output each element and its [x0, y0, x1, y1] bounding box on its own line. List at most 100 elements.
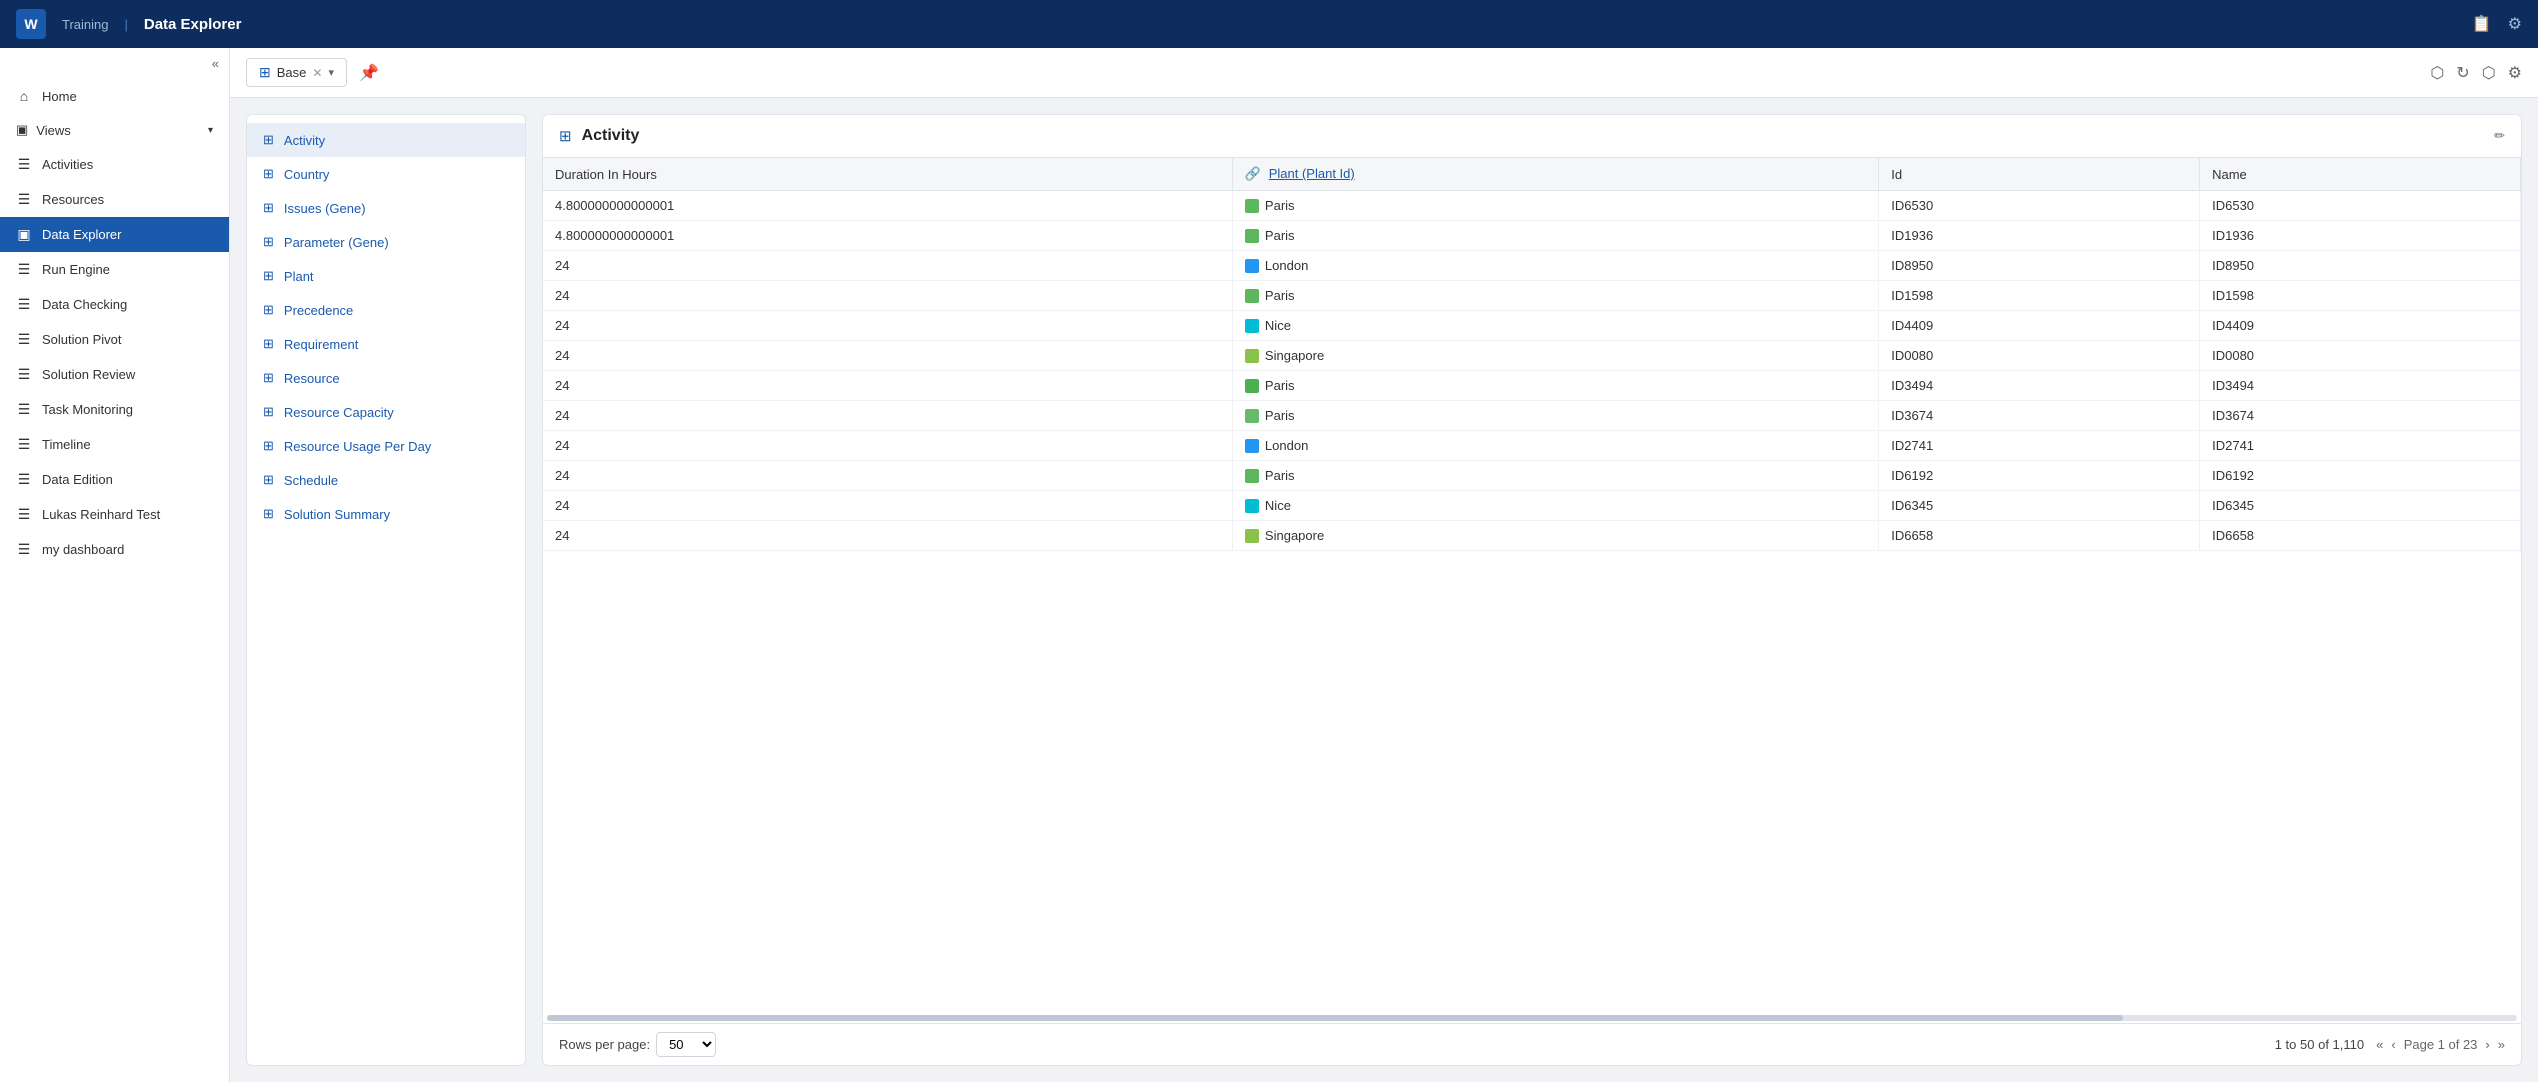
sidebar-section-views[interactable]: ▣ Views ▾	[0, 113, 229, 147]
cell-name: ID6345	[2200, 491, 2521, 521]
topnav: W Training | Data Explorer 📋 ⚙	[0, 0, 2538, 48]
cell-name: ID3494	[2200, 371, 2521, 401]
edit-icon[interactable]: ✏	[2494, 128, 2505, 144]
last-page-button[interactable]: »	[2498, 1037, 2505, 1052]
app-name: Training	[62, 17, 108, 32]
view-list-item-precedence[interactable]: ⊞ Precedence	[247, 293, 525, 327]
cell-id: ID0080	[1879, 341, 2200, 371]
cell-id: ID1936	[1879, 221, 2200, 251]
sidebar-collapse-button[interactable]: «	[0, 48, 229, 79]
share-icon[interactable]: ⬡	[2482, 63, 2496, 83]
sidebar-item-resources[interactable]: ☰ Resources	[0, 182, 229, 217]
cell-id: ID4409	[1879, 311, 2200, 341]
sidebar-item-label: Resources	[42, 192, 104, 207]
grid-icon: ⊞	[263, 132, 274, 148]
view-list-item-parameter[interactable]: ⊞ Parameter (Gene)	[247, 225, 525, 259]
table-row: 24 Singapore ID6658 ID6658	[543, 521, 2521, 551]
view-list-item-resource-capacity[interactable]: ⊞ Resource Capacity	[247, 395, 525, 429]
cell-duration: 24	[543, 341, 1232, 371]
cell-duration: 4.800000000000001	[543, 191, 1232, 221]
cell-id: ID3494	[1879, 371, 2200, 401]
next-page-button[interactable]: ›	[2485, 1037, 2489, 1052]
cell-duration: 24	[543, 251, 1232, 281]
settings-icon[interactable]: ⚙	[2508, 14, 2522, 34]
task-monitoring-icon: ☰	[16, 401, 32, 418]
cell-id: ID6345	[1879, 491, 2200, 521]
pin-button[interactable]: 📌	[359, 63, 379, 83]
grid-icon: ⊞	[263, 506, 274, 522]
view-list-item-label: Schedule	[284, 473, 338, 488]
col-name: Name	[2200, 158, 2521, 191]
app-logo: W	[16, 9, 46, 39]
view-list-item-label: Activity	[284, 133, 325, 148]
cell-duration: 24	[543, 311, 1232, 341]
cell-plant: Singapore	[1232, 341, 1878, 371]
col-plant-label[interactable]: Plant (Plant Id)	[1269, 166, 1355, 181]
cell-plant: Paris	[1232, 461, 1878, 491]
pagination: Rows per page: 50 25 100 1 to 50 of 1,11…	[543, 1023, 2521, 1065]
cell-plant: London	[1232, 251, 1878, 281]
sidebar-item-home[interactable]: ⌂ Home	[0, 79, 229, 113]
chevron-down-icon[interactable]: ▾	[328, 66, 334, 79]
sidebar-item-label: Timeline	[42, 437, 91, 452]
view-list-item-resource[interactable]: ⊞ Resource	[247, 361, 525, 395]
table-row: 24 Singapore ID0080 ID0080	[543, 341, 2521, 371]
link-icon: 🔗	[1245, 166, 1261, 181]
cell-duration: 24	[543, 401, 1232, 431]
view-list-item-label: Parameter (Gene)	[284, 235, 389, 250]
cell-id: ID1598	[1879, 281, 2200, 311]
data-table-container: Duration In Hours 🔗 Plant (Plant Id) Id …	[543, 158, 2521, 1011]
external-link-icon[interactable]: ⬡	[2430, 63, 2444, 83]
grid-icon: ⊞	[263, 234, 274, 250]
base-button[interactable]: ⊞ Base ✕ ▾	[246, 58, 347, 87]
plant-color-indicator	[1245, 379, 1259, 393]
sidebar-item-run-engine[interactable]: ☰ Run Engine	[0, 252, 229, 287]
view-list-item-solution-summary[interactable]: ⊞ Solution Summary	[247, 497, 525, 531]
plant-color-indicator	[1245, 259, 1259, 273]
sidebar-item-my-dashboard[interactable]: ☰ my dashboard	[0, 532, 229, 567]
view-list-item-requirement[interactable]: ⊞ Requirement	[247, 327, 525, 361]
col-id: Id	[1879, 158, 2200, 191]
sidebar-item-lukas-reinhard[interactable]: ☰ Lukas Reinhard Test	[0, 497, 229, 532]
cell-plant: Paris	[1232, 281, 1878, 311]
view-list-item-country[interactable]: ⊞ Country	[247, 157, 525, 191]
view-list-item-schedule[interactable]: ⊞ Schedule	[247, 463, 525, 497]
table-header-row: Duration In Hours 🔗 Plant (Plant Id) Id …	[543, 158, 2521, 191]
sidebar-item-data-edition[interactable]: ☰ Data Edition	[0, 462, 229, 497]
sidebar-item-activities[interactable]: ☰ Activities	[0, 147, 229, 182]
plant-color-indicator	[1245, 289, 1259, 303]
view-list-item-activity[interactable]: ⊞ Activity	[247, 123, 525, 157]
close-icon[interactable]: ✕	[312, 66, 322, 80]
prev-page-button[interactable]: ‹	[2391, 1037, 2395, 1052]
sidebar-item-data-explorer[interactable]: ▣ Data Explorer	[0, 217, 229, 252]
cell-name: ID8950	[2200, 251, 2521, 281]
data-panel-header: ⊞ Activity ✏	[543, 115, 2521, 158]
first-page-button[interactable]: «	[2376, 1037, 2383, 1052]
cell-id: ID8950	[1879, 251, 2200, 281]
cell-plant: Nice	[1232, 311, 1878, 341]
grid-icon: ⊞	[263, 302, 274, 318]
sidebar-item-solution-pivot[interactable]: ☰ Solution Pivot	[0, 322, 229, 357]
cell-duration: 24	[543, 371, 1232, 401]
view-list-item-label: Resource Capacity	[284, 405, 394, 420]
cell-id: ID6192	[1879, 461, 2200, 491]
table-row: 24 London ID8950 ID8950	[543, 251, 2521, 281]
view-list-item-plant[interactable]: ⊞ Plant	[247, 259, 525, 293]
table-row: 24 Nice ID6345 ID6345	[543, 491, 2521, 521]
settings-icon[interactable]: ⚙	[2508, 63, 2522, 83]
sidebar-item-label: Data Checking	[42, 297, 127, 312]
sidebar-item-task-monitoring[interactable]: ☰ Task Monitoring	[0, 392, 229, 427]
clipboard-icon[interactable]: 📋	[2472, 14, 2492, 34]
panel-grid-icon: ⊞	[559, 127, 572, 145]
my-dashboard-icon: ☰	[16, 541, 32, 558]
view-list-item-issues[interactable]: ⊞ Issues (Gene)	[247, 191, 525, 225]
refresh-icon[interactable]: ↻	[2456, 63, 2469, 83]
activities-icon: ☰	[16, 156, 32, 173]
chevron-down-icon: ▾	[208, 125, 213, 136]
sidebar-item-solution-review[interactable]: ☰ Solution Review	[0, 357, 229, 392]
rows-per-page-select[interactable]: 50 25 100	[656, 1032, 716, 1057]
view-list-item-resource-usage[interactable]: ⊞ Resource Usage Per Day	[247, 429, 525, 463]
sidebar-item-timeline[interactable]: ☰ Timeline	[0, 427, 229, 462]
view-list-item-label: Issues (Gene)	[284, 201, 366, 216]
sidebar-item-data-checking[interactable]: ☰ Data Checking	[0, 287, 229, 322]
